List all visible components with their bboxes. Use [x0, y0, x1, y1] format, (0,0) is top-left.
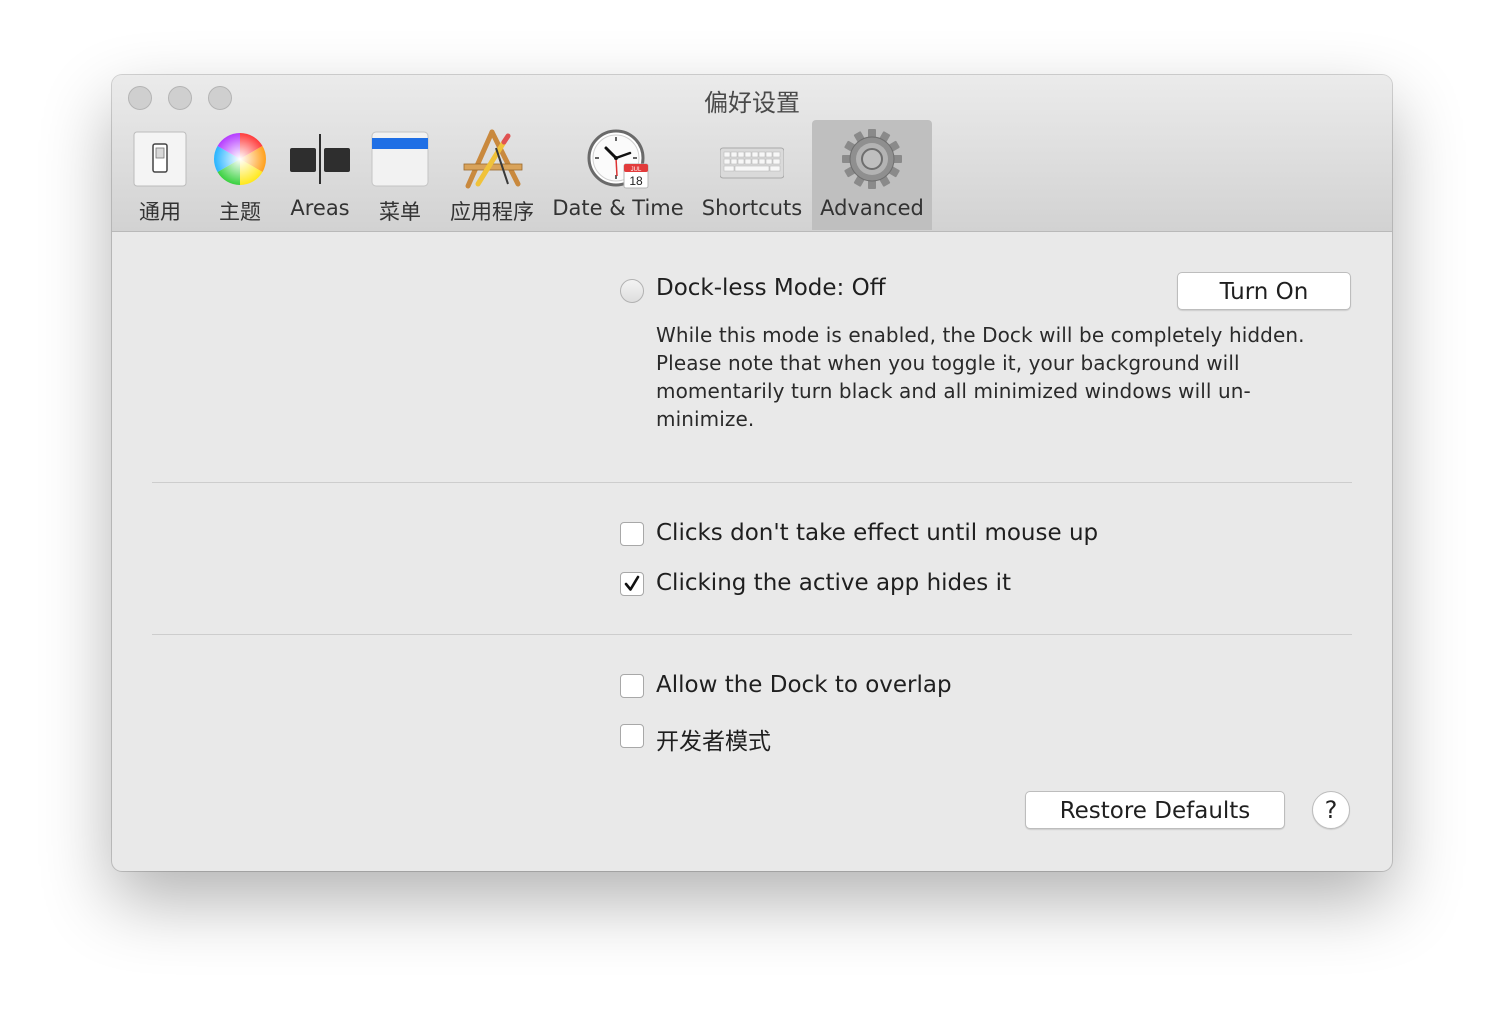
- tab-general[interactable]: 通用: [120, 120, 200, 230]
- toolbar: 偏好设置 通用 主题 Areas 菜单 应用程序 JUL 18 Date & T…: [112, 75, 1392, 232]
- tab-label: Areas: [290, 196, 350, 220]
- checkmark-icon: [624, 575, 640, 591]
- tab-label: 通用: [139, 200, 181, 224]
- clock-calendar-icon: JUL 18: [586, 128, 650, 190]
- tab-advanced[interactable]: Advanced: [812, 120, 932, 230]
- click-active-hides-label: Clicking the active app hides it: [656, 570, 1011, 596]
- developer-mode-label: 开发者模式: [656, 729, 771, 755]
- tab-label: Shortcuts: [701, 196, 803, 220]
- calendar-month-text: JUL: [631, 167, 642, 173]
- tab-label: Advanced: [820, 196, 924, 220]
- tab-areas[interactable]: Areas: [280, 120, 360, 230]
- preferences-window: 偏好设置 通用 主题 Areas 菜单 应用程序 JUL 18 Date & T…: [112, 75, 1392, 871]
- clicks-mouse-up-checkbox[interactable]: [620, 522, 644, 546]
- restore-defaults-button[interactable]: Restore Defaults: [1025, 791, 1285, 829]
- tab-menu[interactable]: 菜单: [360, 120, 440, 230]
- tab-shortcuts[interactable]: Shortcuts: [696, 120, 808, 230]
- tab-date-time[interactable]: JUL 18 Date & Time: [550, 120, 686, 230]
- tab-label: Date & Time: [552, 196, 684, 220]
- allow-overlap-label: Allow the Dock to overlap: [656, 672, 952, 698]
- tab-label: 主题: [219, 200, 261, 224]
- dockless-mode-indicator: [620, 279, 644, 303]
- tab-label: 菜单: [379, 200, 421, 224]
- keyboard-icon: [719, 128, 785, 190]
- divider: [152, 634, 1352, 635]
- dockless-description: While this mode is enabled, the Dock wil…: [656, 323, 1305, 431]
- help-button[interactable]: ?: [1312, 791, 1350, 829]
- calendar-day-text: 18: [629, 174, 643, 188]
- areas-icon: [288, 128, 352, 190]
- color-wheel-icon: [208, 128, 272, 190]
- tab-label: 应用程序: [450, 200, 534, 224]
- gear-icon: [840, 128, 904, 190]
- allow-overlap-checkbox[interactable]: [620, 674, 644, 698]
- tab-applications[interactable]: 应用程序: [444, 120, 540, 230]
- dockless-mode-label: Dock-less Mode: Off: [656, 275, 886, 301]
- menu-bar-icon: [368, 128, 432, 190]
- tab-theme[interactable]: 主题: [200, 120, 280, 230]
- applications-icon: [460, 128, 524, 190]
- window-title: 偏好设置: [704, 89, 800, 117]
- clicks-mouse-up-label: Clicks don't take effect until mouse up: [656, 520, 1099, 546]
- click-active-hides-checkbox[interactable]: [620, 572, 644, 596]
- turn-on-button[interactable]: Turn On: [1177, 272, 1351, 310]
- developer-mode-checkbox[interactable]: [620, 724, 644, 748]
- switch-icon: [128, 128, 192, 190]
- divider: [152, 482, 1352, 483]
